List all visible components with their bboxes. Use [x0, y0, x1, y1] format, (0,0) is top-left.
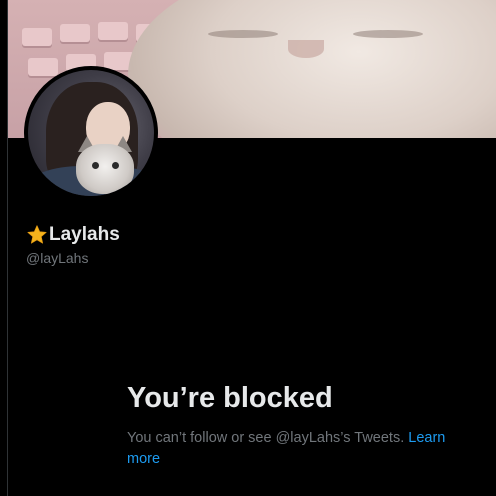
profile-page: Laylahs @layLahs You’re blocked You can’… — [0, 0, 496, 496]
profile-handle: @layLahs — [26, 250, 89, 266]
display-name: Laylahs — [49, 224, 120, 245]
sidebar-divider — [0, 0, 8, 496]
banner-cat-eye — [208, 30, 278, 38]
avatar[interactable] — [24, 66, 158, 200]
banner-cat-eye — [353, 30, 423, 38]
blocked-title: You’re blocked — [127, 382, 333, 414]
banner-cat-image — [128, 0, 496, 138]
blocked-message-text: You can’t follow or see @layLahs’s Tweet… — [127, 430, 405, 446]
blocked-message: You can’t follow or see @layLahs’s Tweet… — [127, 428, 467, 470]
banner-cat-nose — [288, 40, 324, 58]
star-icon — [27, 225, 47, 244]
profile-name-row: Laylahs — [26, 224, 120, 246]
